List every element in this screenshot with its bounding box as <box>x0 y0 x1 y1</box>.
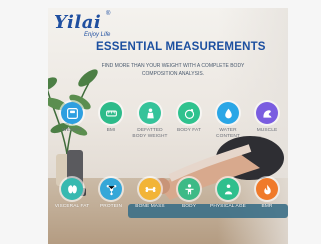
feature-label: VISCERAL FAT <box>54 204 90 209</box>
fat-icon <box>178 102 200 124</box>
feature-protein: PROTEIN <box>91 178 131 210</box>
muscle-icon <box>256 102 278 124</box>
page-subtitle: FIND MORE THAN YOUR WEIGHT WITH A COMPLE… <box>101 63 245 77</box>
feature-water-content: WATER CONTENT <box>208 102 248 140</box>
feature-label: BODY <box>182 204 196 209</box>
feature-bmi: BMI <box>91 102 131 134</box>
feature-muscle: MUSCLE <box>247 102 287 134</box>
feature-label: BODY FAT <box>176 128 202 133</box>
organ-icon <box>61 178 83 200</box>
bmi-icon <box>100 102 122 124</box>
water-drop-icon <box>217 102 239 124</box>
feature-label: BMR <box>261 204 273 209</box>
molecule-icon <box>100 178 122 200</box>
feature-label: WEIGHT <box>62 128 82 133</box>
feature-label: BMI <box>106 128 116 133</box>
product-image[interactable]: Yilai ® Enjoy Life ESSENTIAL MEASUREMENT… <box>48 8 288 244</box>
age-icon <box>217 178 239 200</box>
feature-label: PHYSICAL AGE <box>210 204 246 209</box>
page-title: ESSENTIAL MEASUREMENTS <box>96 41 266 53</box>
flame-icon <box>256 178 278 200</box>
feature-label: WATER CONTENT <box>216 128 240 139</box>
feature-bmr: BMR <box>247 178 287 210</box>
feature-label: MUSCLE <box>256 128 278 133</box>
registered-mark: ® <box>106 11 111 17</box>
feature-body-fat: BODY FAT <box>169 102 209 134</box>
feature-body: BODY <box>169 178 209 210</box>
brand-logo: Yilai <box>54 12 102 33</box>
feature-physical-age: PHYSICAL AGE <box>208 178 248 210</box>
brand-tagline: Enjoy Life <box>84 32 111 38</box>
feature-label: PROTEIN <box>99 204 123 209</box>
body-icon <box>178 178 200 200</box>
feature-weight: WEIGHT <box>52 102 92 134</box>
person-icon <box>139 102 161 124</box>
scale-icon <box>61 102 83 124</box>
bone-icon <box>139 178 161 200</box>
feature-bone-mass: BONE MASS <box>130 178 170 210</box>
feature-label: DEFATTED BODY WEIGHT <box>132 128 168 139</box>
feature-defatted-weight: DEFATTED BODY WEIGHT <box>130 102 170 140</box>
feature-visceral-fat: VISCERAL FAT <box>52 178 92 210</box>
feature-label: BONE MASS <box>135 204 165 209</box>
